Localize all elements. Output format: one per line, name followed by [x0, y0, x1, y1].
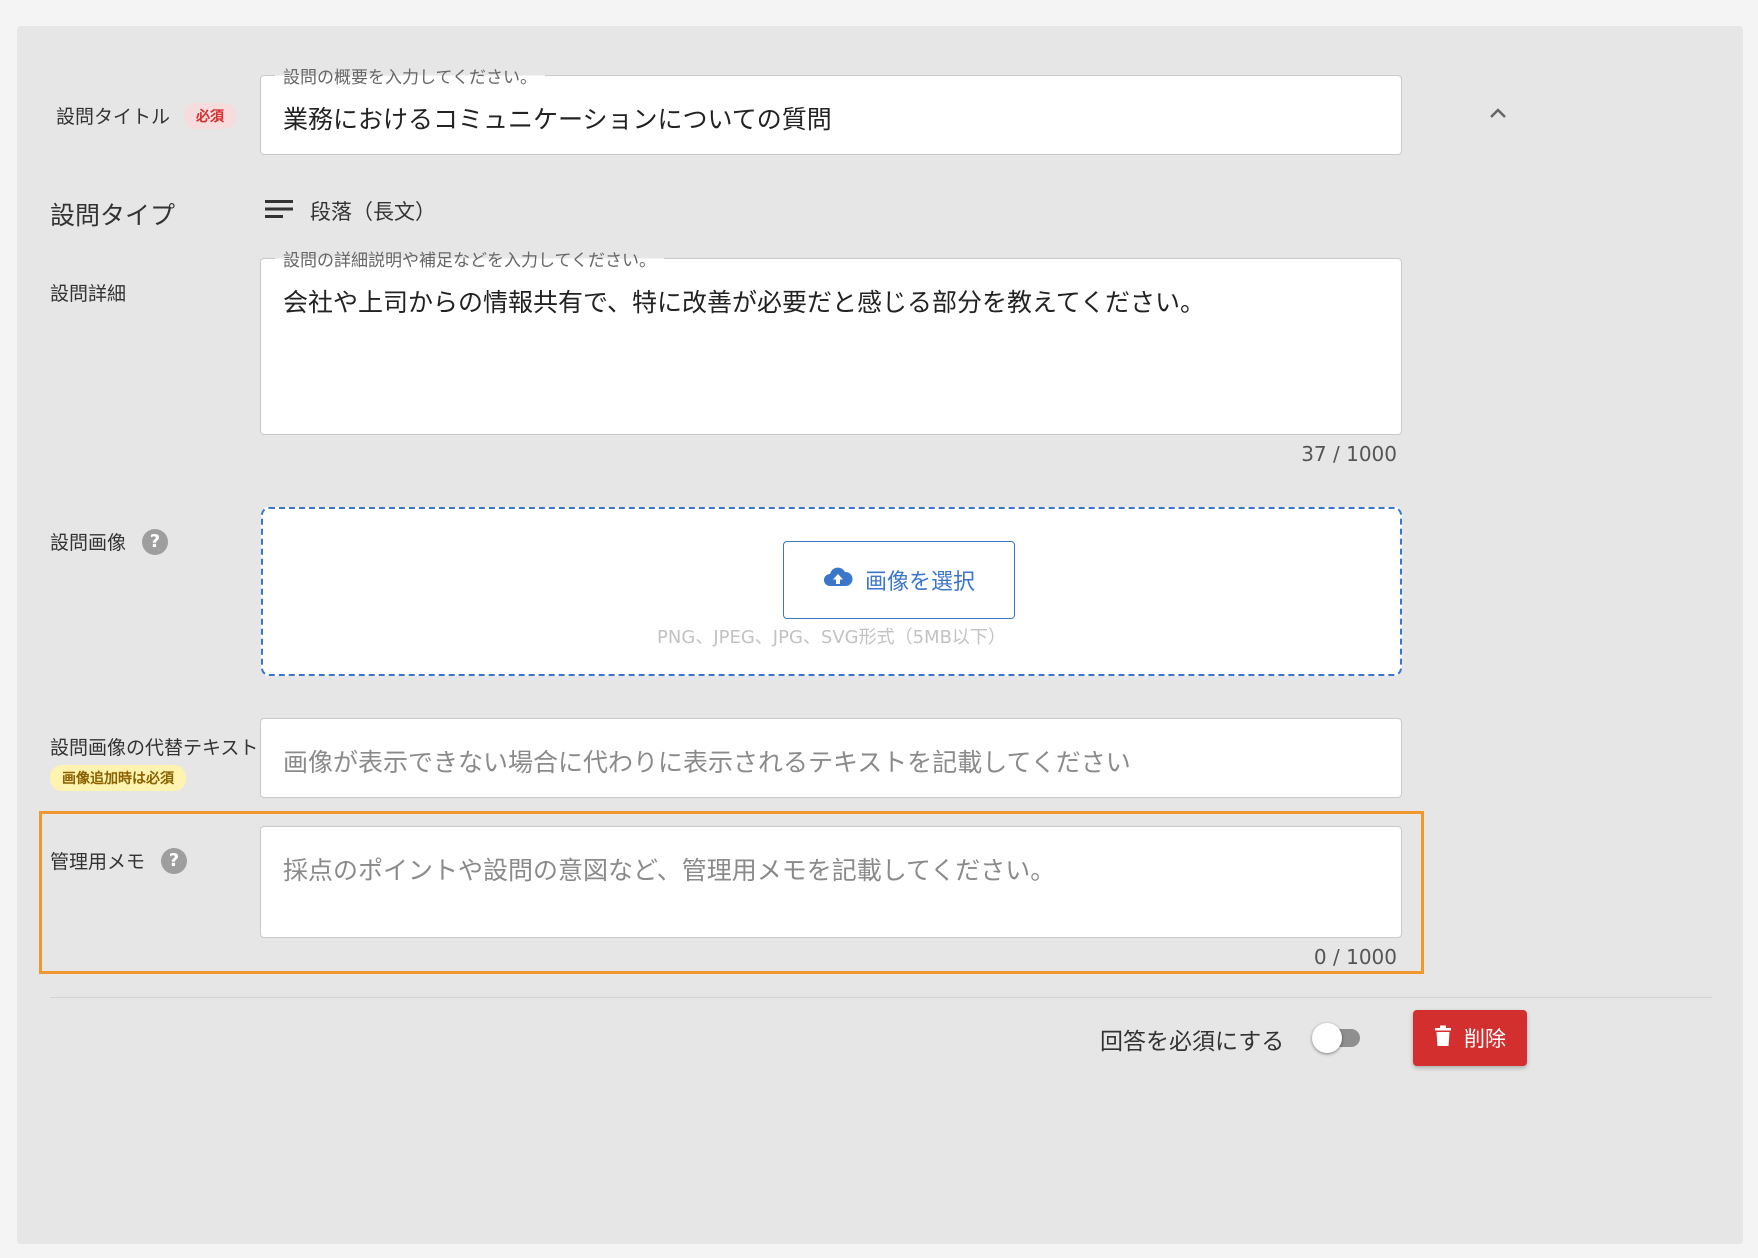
- memo-placeholder: 採点のポイントや設問の意図など、管理用メモを記載してください。: [283, 856, 1056, 885]
- detail-textarea[interactable]: 設問の詳細説明や補足などを入力してください。 会社や上司からの情報共有で、特に改…: [260, 246, 1402, 435]
- paragraph-icon: [264, 197, 294, 225]
- image-label: 設問画像: [50, 532, 127, 554]
- alt-text-badge-wrap: 画像追加時は必須: [50, 765, 186, 791]
- memo-label-row: 管理用メモ ?: [50, 847, 188, 874]
- detail-counter: 37 / 1000: [1301, 442, 1397, 466]
- memo-textarea[interactable]: 採点のポイントや設問の意図など、管理用メモを記載してください。: [260, 826, 1402, 938]
- help-icon[interactable]: ?: [142, 528, 169, 555]
- delete-label: 削除: [1464, 1027, 1506, 1051]
- question-card: 設問タイトル 必須 設問の概要を入力してください。 業務におけるコミュニケーショ…: [17, 26, 1743, 1244]
- memo-label: 管理用メモ: [50, 851, 146, 873]
- toggle-knob: [1312, 1023, 1342, 1053]
- title-label: 設問タイトル: [56, 106, 171, 128]
- required-toggle-label: 回答を必須にする: [1100, 1029, 1285, 1055]
- memo-counter: 0 / 1000: [1313, 945, 1397, 969]
- detail-value: 会社や上司からの情報共有で、特に改善が必要だと感じる部分を教えてください。: [283, 288, 1206, 317]
- select-image-button[interactable]: 画像を選択: [783, 541, 1015, 619]
- image-format-hint: PNG、JPEG、JPG、SVG形式（5MB以下）: [657, 627, 1006, 648]
- memo-help-icon[interactable]: ?: [161, 847, 188, 874]
- question-type-value: 段落（長文）: [310, 200, 436, 224]
- detail-label: 設問詳細: [50, 283, 127, 305]
- select-image-label: 画像を選択: [864, 570, 975, 595]
- delete-button[interactable]: 削除: [1413, 1010, 1527, 1066]
- title-input[interactable]: 設問の概要を入力してください。 業務におけるコミュニケーションについての質問: [260, 63, 1402, 155]
- alt-text-placeholder: 画像が表示できない場合に代わりに表示されるテキストを記載してください: [283, 748, 1131, 777]
- title-floating-label: 設問の概要を入力してください。: [275, 63, 545, 88]
- required-toggle-switch[interactable]: [1312, 1021, 1364, 1055]
- image-dropzone[interactable]: 画像を選択 PNG、JPEG、JPG、SVG形式（5MB以下）: [261, 507, 1402, 676]
- collapse-chevron-icon[interactable]: [1483, 98, 1513, 128]
- alt-text-label: 設問画像の代替テキスト: [50, 737, 259, 759]
- image-label-row: 設問画像 ?: [50, 528, 169, 555]
- alt-text-required-badge: 画像追加時は必須: [50, 765, 186, 791]
- question-type-label: 設問タイプ: [50, 201, 176, 230]
- title-label-row: 設問タイトル 必須: [56, 102, 237, 129]
- alt-text-input[interactable]: 画像が表示できない場合に代わりに表示されるテキストを記載してください: [260, 718, 1402, 798]
- question-type-display: 段落（長文）: [264, 196, 436, 226]
- cloud-upload-icon: [823, 566, 853, 594]
- footer-divider: [50, 997, 1712, 998]
- detail-floating-label: 設問の詳細説明や補足などを入力してください。: [275, 246, 664, 271]
- trash-icon: [1434, 1025, 1452, 1052]
- required-badge: 必須: [184, 102, 237, 129]
- title-value: 業務におけるコミュニケーションについての質問: [283, 105, 832, 134]
